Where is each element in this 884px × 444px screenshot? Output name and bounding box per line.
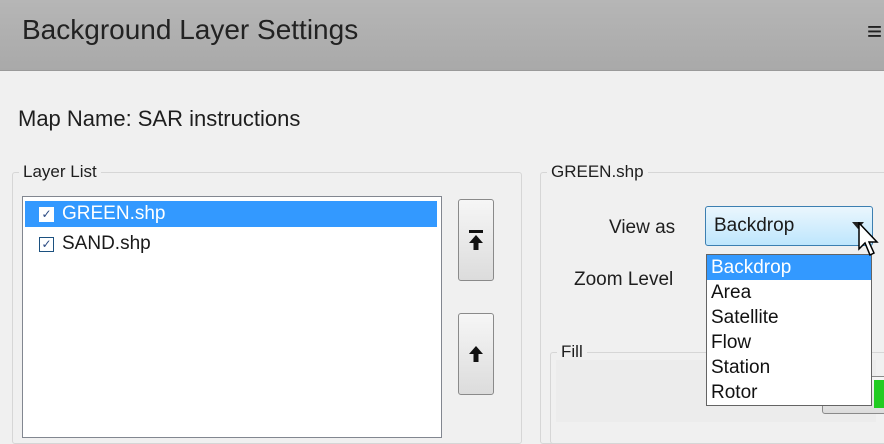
dropdown-option-station[interactable]: Station <box>707 355 871 380</box>
move-to-top-button[interactable] <box>458 199 494 281</box>
title-bar: Background Layer Settings ≡ <box>0 0 884 71</box>
dropdown-option-backdrop[interactable]: Backdrop <box>707 255 871 280</box>
map-name-value: SAR instructions <box>137 106 301 131</box>
dropdown-option-area[interactable]: Area <box>707 280 871 305</box>
layer-checkbox-green[interactable]: ✓ <box>39 206 54 222</box>
mouse-cursor-icon <box>858 222 879 257</box>
view-as-dropdown[interactable]: Backdrop Area Satellite Flow Station Rot… <box>706 254 872 406</box>
dropdown-option-rotor[interactable]: Rotor <box>707 380 871 405</box>
zoom-level-label: Zoom Level <box>574 269 674 290</box>
map-name-row: Map Name: SAR instructions <box>18 106 300 132</box>
fill-color-swatch <box>874 380 884 408</box>
layer-item-label: SAND.shp <box>62 233 151 254</box>
layer-properties-label: GREEN.shp <box>551 162 644 181</box>
fill-label: Fill <box>561 342 583 361</box>
view-as-select[interactable]: Backdrop <box>705 206 873 246</box>
dropdown-option-flow[interactable]: Flow <box>707 330 871 355</box>
layer-list-label: Layer List <box>23 162 97 181</box>
window-title: Background Layer Settings <box>22 14 359 45</box>
view-as-selected-value: Backdrop <box>714 215 795 236</box>
layer-list[interactable]: ✓ GREEN.shp ✓ SAND.shp <box>22 196 442 438</box>
move-up-icon <box>469 346 483 362</box>
move-up-button[interactable] <box>458 313 494 395</box>
dropdown-option-satellite[interactable]: Satellite <box>707 305 871 330</box>
layer-item-label: GREEN.shp <box>62 203 166 224</box>
map-name-label: Map Name: <box>18 106 132 131</box>
view-as-label: View as <box>609 217 676 238</box>
move-to-top-icon <box>469 230 483 250</box>
layer-checkbox-sand[interactable]: ✓ <box>39 236 54 252</box>
layer-item-sand[interactable]: ✓ SAND.shp <box>25 231 151 257</box>
layer-item-green[interactable]: ✓ GREEN.shp <box>25 201 437 227</box>
menu-icon[interactable]: ≡ <box>867 16 882 47</box>
